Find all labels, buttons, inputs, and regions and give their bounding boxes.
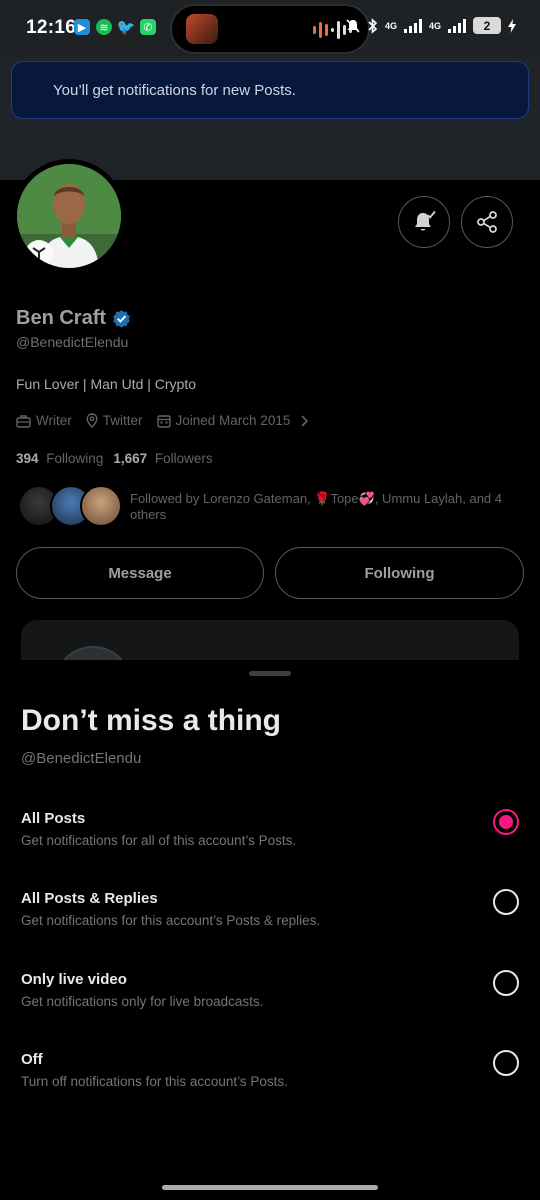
option-title: Off [21, 1051, 43, 1068]
followers-label: Followers [154, 451, 213, 466]
twitter-bird-icon: 🐦 [116, 19, 136, 36]
profile-avatar[interactable] [12, 159, 126, 273]
network-type-1: 4G [384, 20, 397, 31]
option-description: Get notifications for this account’s Pos… [21, 913, 321, 928]
bluetooth-icon [368, 17, 378, 34]
dynamic-island[interactable] [170, 4, 370, 54]
meta-joined-label: Joined March 2015 [175, 413, 291, 428]
chevron-right-icon [301, 414, 309, 427]
verified-badge-icon [113, 309, 130, 328]
mutual-followers-avatars[interactable] [18, 485, 122, 529]
avatar-illustration [17, 164, 121, 268]
option-title: All Posts [21, 810, 86, 827]
sheet-title: Don’t miss a thing [21, 704, 282, 737]
status-time: 12:16 [26, 17, 77, 38]
sheet-drag-handle[interactable] [249, 671, 291, 676]
signal-icon [403, 18, 422, 33]
option-description: Get notifications for all of this accoun… [21, 833, 297, 848]
now-playing-thumbnail [186, 14, 218, 44]
follow-counts: 394 Following 1,667 Followers [16, 451, 213, 466]
mutual-avatar [80, 485, 122, 527]
meta-job-label: Writer [36, 413, 72, 428]
notification-toast: You’ll get notifications for new Posts. [11, 61, 529, 119]
location-pin-icon [86, 413, 98, 428]
bell-check-icon [415, 210, 436, 231]
radio-only-live-video[interactable] [493, 970, 519, 996]
profile-name-row: Ben Craft [16, 307, 131, 330]
profile-meta: Writer Twitter Joined March 2015 [16, 413, 309, 428]
following-label: Following [46, 451, 104, 466]
option-all-posts-replies[interactable]: All Posts & Replies Get notifications fo… [0, 889, 540, 960]
radio-all-posts[interactable] [493, 809, 519, 835]
followers-count-link[interactable]: 1,667 Followers [113, 451, 212, 466]
message-button[interactable]: Message [16, 547, 264, 599]
notification-bell-button[interactable] [398, 196, 450, 248]
status-bar: 12:16 ▶ ≋ 🐦 ✆ 4G 4G 2 [0, 0, 540, 58]
option-description: Turn off notifications for this account’… [21, 1074, 288, 1089]
followed-by-text[interactable]: Followed by Lorenzo Gateman, 🌹Tope💞, Umm… [130, 491, 510, 523]
share-button[interactable] [461, 196, 513, 248]
meta-location-label: Twitter [102, 413, 143, 428]
meta-joined[interactable]: Joined March 2015 [156, 413, 310, 428]
profile-bio: Fun Lover | Man Utd | Crypto [16, 376, 197, 392]
option-all-posts[interactable]: All Posts Get notifications for all of t… [0, 809, 540, 880]
toast-message: You’ll get notifications for new Posts. [53, 82, 296, 99]
spotify-icon: ≋ [96, 19, 112, 35]
following-button[interactable]: Following [275, 547, 524, 599]
meta-location: Twitter [86, 413, 143, 428]
share-icon [477, 211, 497, 233]
following-count: 394 [16, 451, 39, 466]
radio-all-posts-replies[interactable] [493, 889, 519, 915]
whatsapp-icon: ✆ [140, 19, 156, 35]
signal-icon-2 [448, 18, 466, 33]
option-description: Get notifications only for live broadcas… [21, 994, 264, 1009]
option-title: Only live video [21, 971, 127, 988]
notification-settings-sheet: Don’t miss a thing @BenedictElendu All P… [0, 660, 540, 1200]
following-count-link[interactable]: 394 Following [16, 451, 103, 466]
charging-bolt-icon [508, 18, 516, 33]
option-only-live-video[interactable]: Only live video Get notifications only f… [0, 970, 540, 1041]
status-app-icons: ▶ ≋ 🐦 ✆ [74, 19, 156, 36]
sheet-handle: @BenedictElendu [21, 750, 142, 767]
profile-handle: @BenedictElendu [16, 334, 129, 350]
radio-off[interactable] [493, 1050, 519, 1076]
system-navigation-pill[interactable] [162, 1185, 378, 1190]
mute-bell-icon [346, 18, 360, 33]
followers-count: 1,667 [113, 451, 148, 466]
option-off[interactable]: Off Turn off notifications for this acco… [0, 1050, 540, 1121]
battery-level: 2 [473, 17, 501, 34]
app-notification-icon: ▶ [74, 19, 90, 35]
status-indicators: 4G 4G 2 [345, 17, 516, 34]
avatar-image [17, 164, 121, 268]
profile-name: Ben Craft [16, 307, 107, 329]
calendar-icon [156, 414, 171, 428]
network-type-2: 4G [428, 20, 441, 31]
option-title: All Posts & Replies [21, 890, 158, 907]
meta-job: Writer [16, 413, 72, 428]
briefcase-icon [16, 414, 31, 428]
